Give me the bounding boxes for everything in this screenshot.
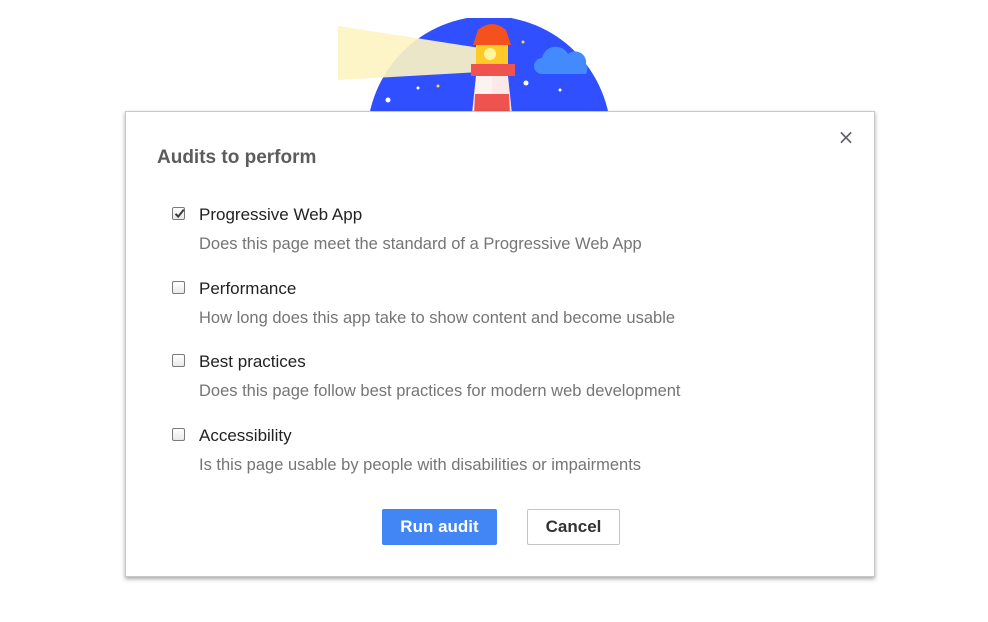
cancel-button[interactable]: Cancel (527, 509, 620, 545)
audit-description: How long does this app take to show cont… (199, 308, 676, 327)
accessibility-checkbox[interactable] (172, 427, 185, 441)
audit-description: Does this page follow best practices for… (199, 382, 681, 400)
audit-description: Does this page meet the standard of a Pr… (199, 235, 642, 253)
audits-panel: × Audits to perform Progressive Web App … (0, 0, 988, 622)
audit-name[interactable]: Best practices (199, 352, 306, 372)
audit-description: Is this page usable by people with disab… (199, 455, 642, 474)
pwa-checkbox[interactable] (172, 207, 185, 220)
audit-list: Progressive Web App Does this page meet … (172, 205, 812, 499)
audit-name[interactable]: Performance (199, 279, 296, 299)
audit-name[interactable]: Accessibility (199, 426, 292, 446)
audit-item-accessibility: Accessibility Is this page usable by peo… (172, 426, 812, 500)
dialog-title: Audits to perform (157, 147, 317, 168)
audit-item-best-practices: Best practices Does this page follow bes… (172, 352, 812, 426)
audits-dialog: × Audits to perform Progressive Web App … (125, 111, 875, 577)
audit-name[interactable]: Progressive Web App (199, 205, 362, 225)
run-audit-button[interactable]: Run audit (382, 509, 497, 545)
performance-checkbox[interactable] (172, 280, 185, 294)
lighthouse-logo-icon (330, 18, 630, 114)
checkmark-icon (174, 208, 185, 219)
audit-item-pwa: Progressive Web App Does this page meet … (172, 205, 812, 279)
audit-item-performance: Performance How long does this app take … (172, 279, 812, 353)
best-practices-checkbox[interactable] (172, 354, 185, 367)
close-icon[interactable]: × (836, 126, 856, 148)
